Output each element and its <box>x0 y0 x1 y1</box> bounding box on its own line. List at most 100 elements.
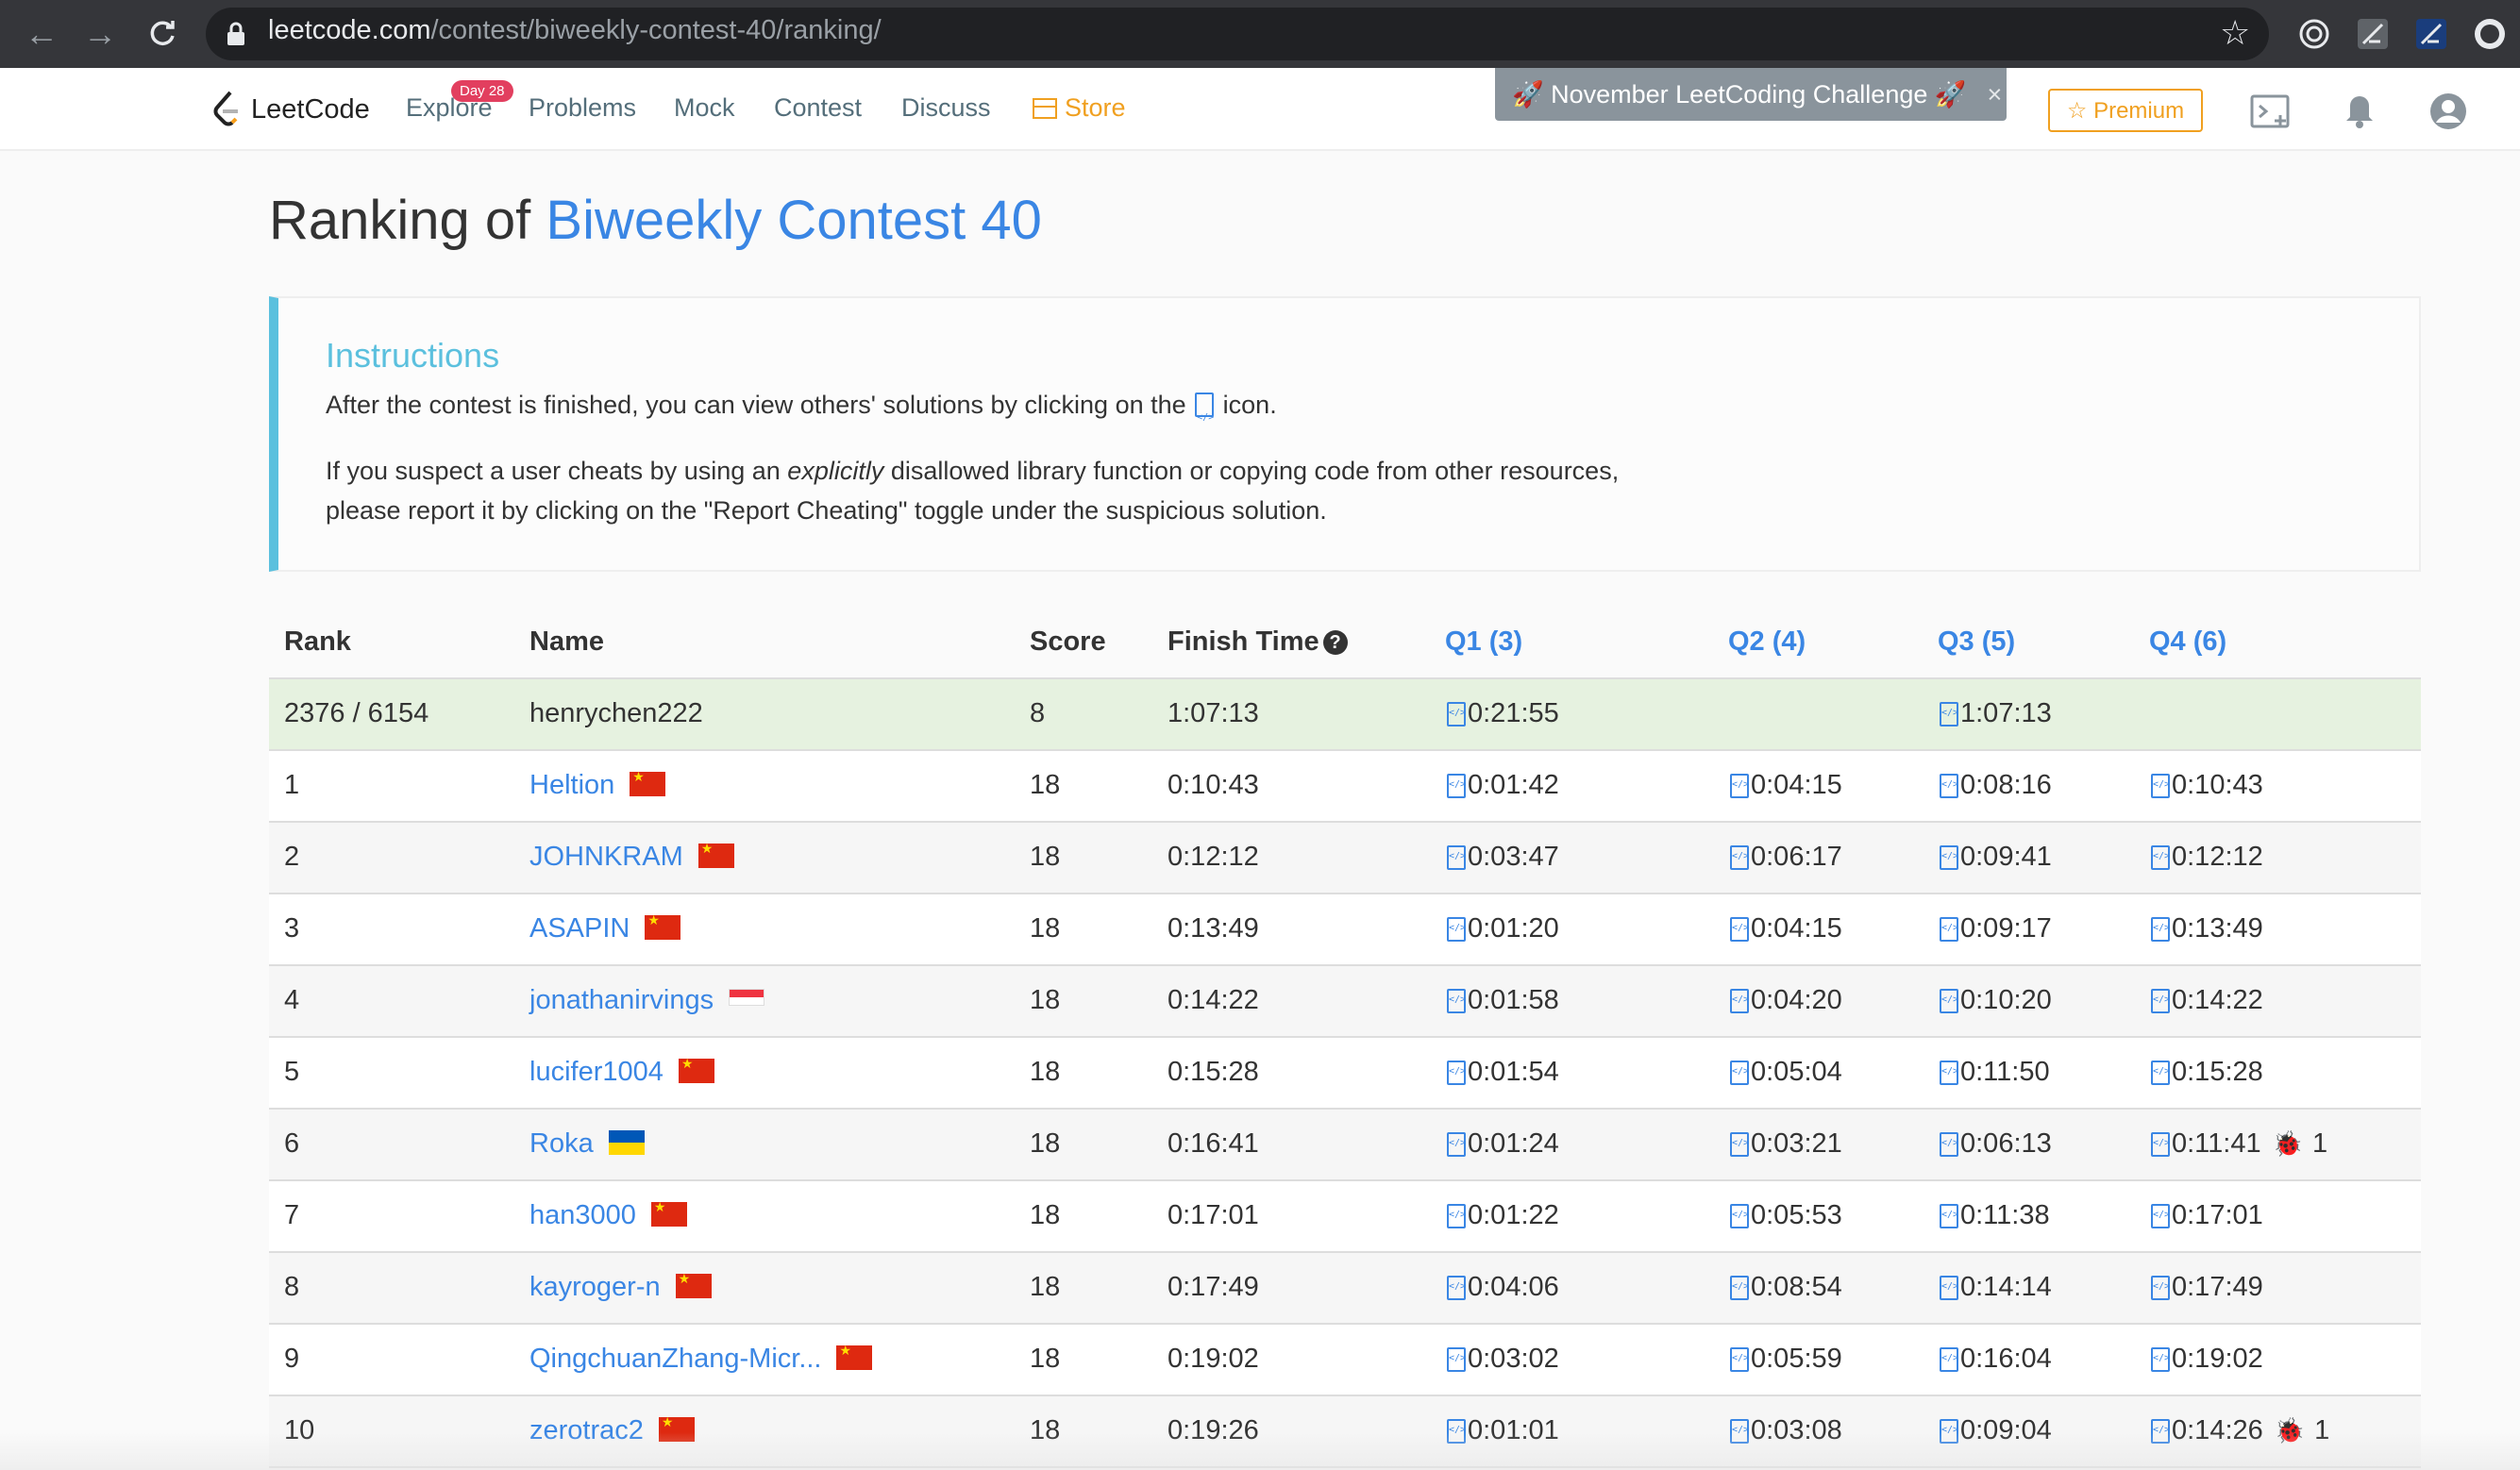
user-name-link[interactable]: ASAPIN <box>529 912 681 944</box>
nav-discuss[interactable]: Discuss <box>901 93 991 123</box>
solution-code-icon[interactable] <box>1447 773 1466 798</box>
q3-cell[interactable]: 0:06:13 <box>1938 1128 2052 1160</box>
challenge-banner[interactable]: 🚀 November LeetCoding Challenge 🚀 × <box>1495 68 2007 121</box>
solution-code-icon[interactable] <box>1730 916 1749 942</box>
bell-icon[interactable] <box>2339 91 2380 132</box>
solution-code-icon[interactable] <box>1940 1060 1958 1085</box>
user-name-link[interactable]: Heltion <box>529 769 666 801</box>
solution-code-icon[interactable] <box>1447 1131 1466 1157</box>
avatar-icon[interactable] <box>2428 91 2469 132</box>
forward-icon[interactable]: → <box>79 13 121 55</box>
q1-cell[interactable]: 0:03:47 <box>1445 842 1559 873</box>
contest-link[interactable]: Biweekly Contest 40 <box>546 190 1041 251</box>
q3-cell[interactable]: 0:14:14 <box>1938 1272 2052 1303</box>
q4-cell[interactable]: 0:15:28 <box>2149 1057 2263 1088</box>
solution-code-icon[interactable] <box>1730 1131 1749 1157</box>
solution-code-icon[interactable] <box>1447 1346 1466 1372</box>
user-name-link[interactable]: kayroger-n <box>529 1271 712 1303</box>
help-icon[interactable]: ? <box>1322 630 1348 655</box>
q4-cell[interactable]: 0:11:41🐞1 <box>2149 1128 2327 1160</box>
solution-code-icon[interactable] <box>1730 844 1749 870</box>
solution-code-icon[interactable] <box>2151 1203 2170 1228</box>
q4-cell[interactable]: 0:17:01 <box>2149 1200 2263 1231</box>
solution-code-icon[interactable] <box>1730 1060 1749 1085</box>
solution-code-icon[interactable] <box>1447 1060 1466 1085</box>
q4-cell[interactable]: 0:10:43 <box>2149 770 2263 801</box>
q2-cell[interactable]: 0:06:17 <box>1728 842 1842 873</box>
user-name-link[interactable]: jonathanirvings <box>529 985 765 1016</box>
solution-code-icon[interactable] <box>1940 916 1958 942</box>
q4-cell[interactable]: 0:12:12 <box>2149 842 2263 873</box>
user-name-link[interactable]: han3000 <box>529 1199 687 1231</box>
solution-code-icon[interactable] <box>1447 916 1466 942</box>
q3-cell[interactable]: 0:08:16 <box>1938 770 2052 801</box>
profile-chat-icon[interactable] <box>2473 17 2507 51</box>
solution-code-icon[interactable] <box>1940 773 1958 798</box>
user-name-link[interactable]: lucifer1004 <box>529 1056 714 1088</box>
q1-cell[interactable]: 0:01:20 <box>1445 913 1559 944</box>
q3-cell[interactable]: 0:11:38 <box>1938 1200 2050 1231</box>
solution-code-icon[interactable] <box>1447 844 1466 870</box>
solution-code-icon[interactable] <box>1447 701 1466 727</box>
solution-code-icon[interactable] <box>2151 844 2170 870</box>
solution-code-icon[interactable] <box>2151 916 2170 942</box>
user-name-link[interactable]: Roka <box>529 1128 645 1160</box>
q2-cell[interactable]: 0:05:53 <box>1728 1200 1842 1231</box>
url-text[interactable]: leetcode.com/contest/biweekly-contest-40… <box>268 15 882 46</box>
solution-code-icon[interactable] <box>2151 1060 2170 1085</box>
q2-cell[interactable]: 0:05:04 <box>1728 1057 1842 1088</box>
q4-cell[interactable]: 0:13:49 <box>2149 913 2263 944</box>
solution-code-icon[interactable] <box>2151 988 2170 1013</box>
q2-cell[interactable]: 0:05:59 <box>1728 1344 1842 1375</box>
q2-cell[interactable]: 0:03:21 <box>1728 1128 1842 1160</box>
q2-cell[interactable]: 0:04:15 <box>1728 770 1842 801</box>
solution-code-icon[interactable] <box>1940 844 1958 870</box>
nav-contest[interactable]: Contest <box>774 93 862 123</box>
solution-code-icon[interactable] <box>1730 988 1749 1013</box>
solution-code-icon[interactable] <box>1447 988 1466 1013</box>
q3-cell[interactable]: 0:09:17 <box>1938 913 2052 944</box>
solution-code-icon[interactable] <box>1940 701 1958 727</box>
back-icon[interactable]: ← <box>21 13 62 55</box>
q2-cell[interactable]: 0:04:15 <box>1728 913 1842 944</box>
q1-cell[interactable]: 0:01:58 <box>1445 985 1559 1016</box>
header-q1[interactable]: Q1 (3) <box>1445 626 1522 658</box>
solution-code-icon[interactable] <box>1940 1346 1958 1372</box>
q4-cell[interactable]: 0:19:02 <box>2149 1344 2263 1375</box>
q2-cell[interactable]: 0:04:20 <box>1728 985 1842 1016</box>
premium-button[interactable]: ☆ Premium <box>2048 89 2203 132</box>
extension-icon-2[interactable] <box>2414 17 2448 51</box>
reload-icon[interactable] <box>142 13 183 55</box>
user-name-link[interactable]: JOHNKRAM <box>529 841 734 873</box>
solution-code-icon[interactable] <box>1447 1275 1466 1300</box>
extension-icon[interactable] <box>2356 17 2390 51</box>
q1-cell[interactable]: 0:03:02 <box>1445 1344 1559 1375</box>
q3-cell[interactable]: 0:09:41 <box>1938 842 2052 873</box>
header-q4[interactable]: Q4 (6) <box>2149 626 2226 658</box>
solution-code-icon[interactable] <box>2151 1275 2170 1300</box>
nav-store[interactable]: Store <box>1033 93 1126 123</box>
solution-code-icon[interactable] <box>1940 1203 1958 1228</box>
playground-icon[interactable] <box>2250 91 2292 132</box>
solution-code-icon[interactable] <box>1730 1275 1749 1300</box>
q3-cell[interactable]: 1:07:13 <box>1938 698 2052 729</box>
solution-code-icon[interactable] <box>2151 1346 2170 1372</box>
solution-code-icon[interactable] <box>1940 1131 1958 1157</box>
user-name-link[interactable]: QingchuanZhang-Micr... <box>529 1343 873 1375</box>
q3-cell[interactable]: 0:16:04 <box>1938 1344 2052 1375</box>
header-q2[interactable]: Q2 (4) <box>1728 626 1806 658</box>
solution-code-icon[interactable] <box>1730 1203 1749 1228</box>
solution-code-icon[interactable] <box>1940 988 1958 1013</box>
q1-cell[interactable]: 0:04:06 <box>1445 1272 1559 1303</box>
nav-mock[interactable]: Mock <box>674 93 735 123</box>
nav-problems[interactable]: Problems <box>529 93 636 123</box>
q4-cell[interactable]: 0:17:49 <box>2149 1272 2263 1303</box>
solution-code-icon[interactable] <box>1730 1346 1749 1372</box>
q1-cell[interactable]: 0:01:54 <box>1445 1057 1559 1088</box>
solution-code-icon[interactable] <box>2151 773 2170 798</box>
solution-code-icon[interactable] <box>2151 1131 2170 1157</box>
extension-target-icon[interactable] <box>2297 17 2331 51</box>
q4-cell[interactable]: 0:14:22 <box>2149 985 2263 1016</box>
bookmark-star-icon[interactable]: ☆ <box>2220 13 2250 53</box>
header-q3[interactable]: Q3 (5) <box>1938 626 2015 658</box>
